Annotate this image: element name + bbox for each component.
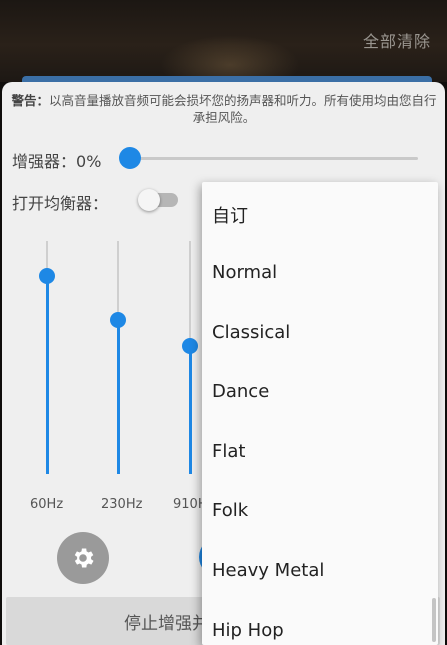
- band-label: 60Hz: [30, 497, 64, 512]
- band-slider-fill: [45, 275, 49, 474]
- settings-button[interactable]: [57, 532, 109, 584]
- warning-text: 以高音量播放音频可能会损坏您的扬声器和听力。所有使用均由您自行承担风险。: [49, 93, 437, 125]
- equalizer-toggle-label: 打开均衡器：: [12, 194, 109, 213]
- booster-value: 0%: [76, 152, 102, 171]
- band-slider-thumb[interactable]: [182, 337, 198, 354]
- warning-prefix: 警告：: [11, 93, 49, 108]
- equalizer-switch-thumb[interactable]: [138, 189, 160, 211]
- preset-item[interactable]: Hip Hop: [212, 620, 284, 641]
- clear-all-button[interactable]: 全部清除: [363, 28, 431, 52]
- band-slider-fill: [116, 320, 120, 474]
- volume-warning: 警告：以高音量播放音频可能会损坏您的扬声器和听力。所有使用均由您自行承担风险。: [8, 92, 440, 126]
- notification-header: 全部清除: [0, 0, 447, 95]
- gear-icon: [74, 548, 94, 568]
- booster-label-row: 增强器：0%: [12, 148, 101, 172]
- booster-label: 增强器：: [12, 152, 77, 171]
- menu-scrollbar[interactable]: [432, 598, 436, 642]
- preset-item[interactable]: Heavy Metal: [212, 560, 324, 581]
- band-slider-fill: [188, 345, 192, 474]
- booster-slider-thumb[interactable]: [119, 147, 141, 169]
- preset-item[interactable]: Classical: [212, 322, 290, 343]
- panel-accent-bar: [22, 76, 432, 82]
- stop-boost-label: 停止增强并: [124, 614, 209, 634]
- preset-dropdown-menu: 自订 Normal Classical Dance Flat Folk Heav…: [202, 182, 438, 645]
- preset-item[interactable]: Normal: [212, 262, 277, 283]
- preset-item[interactable]: 自订: [212, 202, 248, 228]
- band-slider-thumb[interactable]: [39, 267, 55, 284]
- band-label: 230Hz: [101, 497, 143, 512]
- preset-item[interactable]: Folk: [212, 500, 248, 521]
- booster-slider-track[interactable]: [120, 157, 418, 160]
- preset-item[interactable]: Flat: [212, 441, 245, 462]
- preset-item[interactable]: Dance: [212, 381, 269, 402]
